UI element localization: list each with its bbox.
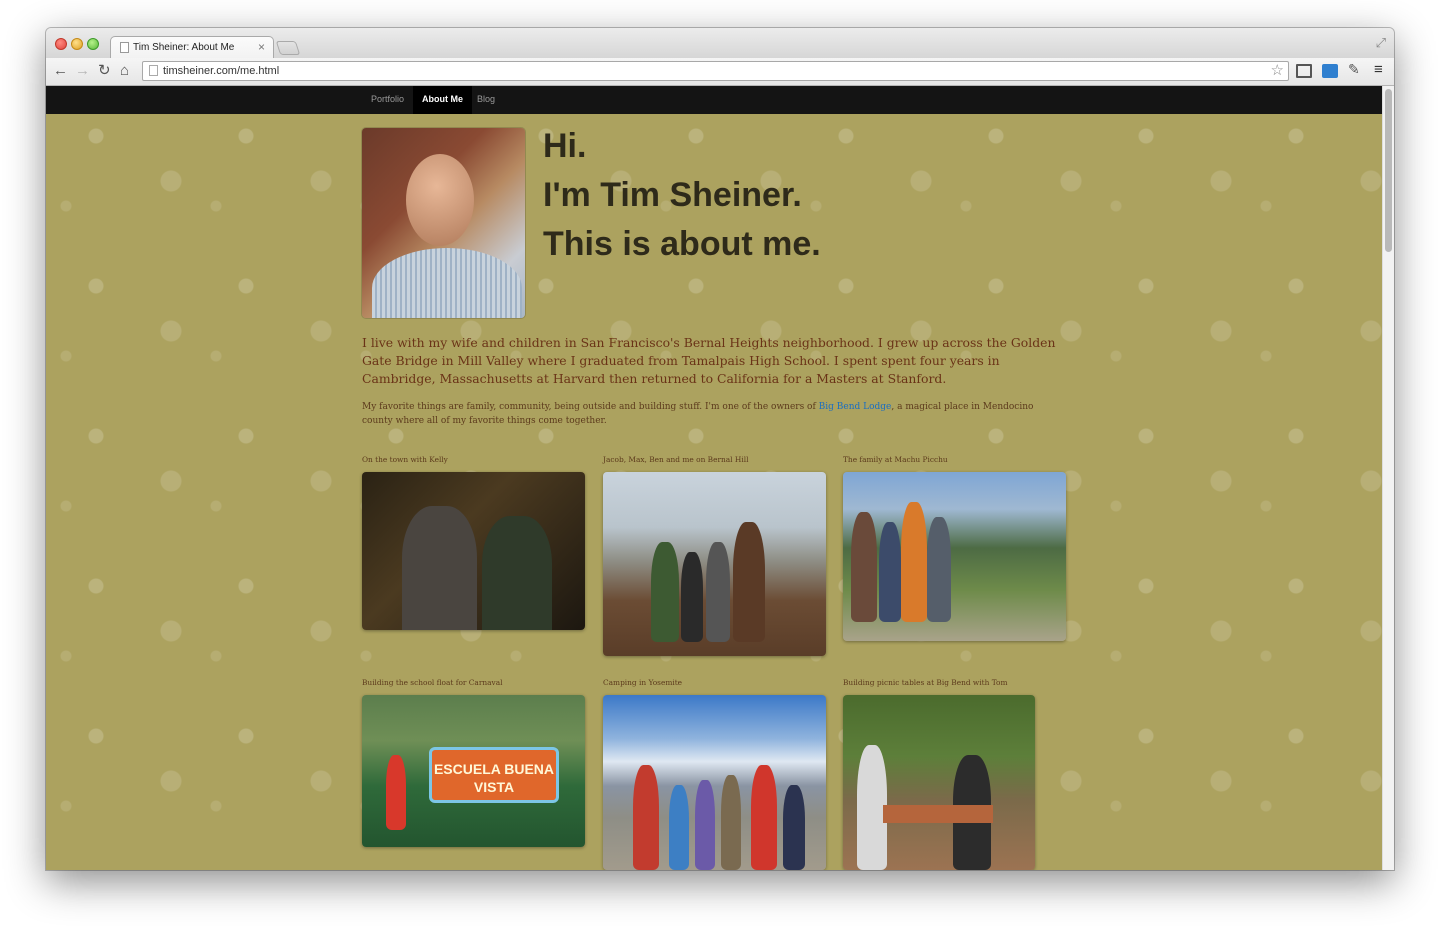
photo-machu-picchu[interactable] xyxy=(843,472,1066,641)
photo-caption: Jacob, Max, Ben and me on Bernal Hill xyxy=(603,455,749,464)
photo-kelly[interactable] xyxy=(362,472,585,630)
photo-figure xyxy=(783,785,805,870)
photo-figure xyxy=(651,542,679,642)
nav-portfolio[interactable]: Portfolio xyxy=(362,86,413,114)
photo-caption: Building picnic tables at Big Bend with … xyxy=(843,678,1008,687)
photo-figure xyxy=(681,552,703,642)
eyedropper-icon[interactable]: ✎ xyxy=(1348,61,1364,77)
tab-title: Tim Sheiner: About Me xyxy=(133,42,235,53)
headline-line-3: This is about me. xyxy=(543,225,821,263)
favorites-text-start: My favorite things are family, community… xyxy=(362,402,819,412)
scrollbar-thumb[interactable] xyxy=(1385,89,1392,252)
portrait-shirt xyxy=(372,248,522,318)
photo-figure xyxy=(706,542,730,642)
photo-figure xyxy=(851,512,877,622)
page-title: Hi. I'm Tim Sheiner. This is about me. xyxy=(543,122,821,269)
menu-icon[interactable]: ≡ xyxy=(1374,61,1390,78)
star-icon[interactable]: ☆ xyxy=(1271,61,1284,79)
page-viewport: Portfolio About Me Blog Hi. I'm Tim Shei… xyxy=(46,86,1394,870)
photo-bernal-hill[interactable] xyxy=(603,472,826,656)
vertical-scrollbar[interactable] xyxy=(1382,86,1394,870)
fullscreen-icon[interactable]: ⤢ xyxy=(1376,35,1386,51)
headline-line-2: I'm Tim Sheiner. xyxy=(543,176,802,214)
close-window-button[interactable] xyxy=(55,38,67,50)
big-bend-lodge-link[interactable]: Big Bend Lodge xyxy=(819,402,892,412)
page-icon xyxy=(149,65,158,76)
photo-caption: Building the school float for Carnaval xyxy=(362,678,503,687)
photo-figure xyxy=(669,785,689,870)
photo-figure xyxy=(721,775,741,870)
browser-toolbar: ← → ↻ ⌂ timsheiner.com/me.html ☆ ✎ ≡ xyxy=(46,58,1394,86)
url-text[interactable]: timsheiner.com/me.html xyxy=(163,65,279,77)
picnic-table xyxy=(883,805,993,823)
browser-window: Tim Sheiner: About Me × ⤢ ← → ↻ ⌂ timshe… xyxy=(46,28,1394,870)
photo-figure xyxy=(751,765,777,870)
photo-figure xyxy=(482,516,552,630)
intro-paragraph: I live with my wife and children in San … xyxy=(362,335,1056,386)
photo-figure xyxy=(695,780,715,870)
photo-picnic-tables[interactable] xyxy=(843,695,1035,870)
float-sign: ESCUELA BUENA VISTA xyxy=(429,747,559,803)
nav-blog[interactable]: Blog xyxy=(468,86,504,114)
address-bar[interactable]: timsheiner.com/me.html ☆ xyxy=(142,61,1289,81)
site-nav: Portfolio About Me Blog xyxy=(46,86,1394,114)
photo-figure xyxy=(633,765,659,870)
screen-extension-icon[interactable] xyxy=(1322,64,1338,78)
nav-about-me[interactable]: About Me xyxy=(413,86,472,114)
photo-caption: On the town with Kelly xyxy=(362,455,448,464)
close-tab-icon[interactable]: × xyxy=(258,40,265,54)
reload-icon[interactable]: ↻ xyxy=(98,62,111,80)
page-icon xyxy=(120,42,129,53)
photo-figure xyxy=(927,517,951,622)
minimize-window-button[interactable] xyxy=(71,38,83,50)
forward-icon[interactable]: → xyxy=(75,62,90,80)
home-icon[interactable]: ⌂ xyxy=(120,62,129,80)
photo-carnaval-float[interactable]: ESCUELA BUENA VISTA xyxy=(362,695,585,847)
photo-figure xyxy=(901,502,927,622)
browser-tab[interactable]: Tim Sheiner: About Me × xyxy=(110,36,274,59)
photo-caption: The family at Machu Picchu xyxy=(843,455,948,464)
photo-figure xyxy=(879,522,901,622)
back-icon[interactable]: ← xyxy=(53,62,68,80)
favorites-paragraph: My favorite things are family, community… xyxy=(362,400,1062,428)
new-tab-button[interactable] xyxy=(275,41,301,55)
portrait-head xyxy=(406,154,474,246)
title-bar: Tim Sheiner: About Me × ⤢ xyxy=(46,28,1394,59)
zoom-window-button[interactable] xyxy=(87,38,99,50)
photo-figure xyxy=(386,755,406,830)
profile-photo xyxy=(362,128,525,318)
photo-figure xyxy=(733,522,765,642)
headline-line-1: Hi. xyxy=(543,127,587,165)
photo-figure xyxy=(402,506,477,630)
photo-yosemite[interactable] xyxy=(603,695,826,870)
photo-caption: Camping in Yosemite xyxy=(603,678,683,687)
cast-extension-icon[interactable] xyxy=(1296,64,1312,78)
